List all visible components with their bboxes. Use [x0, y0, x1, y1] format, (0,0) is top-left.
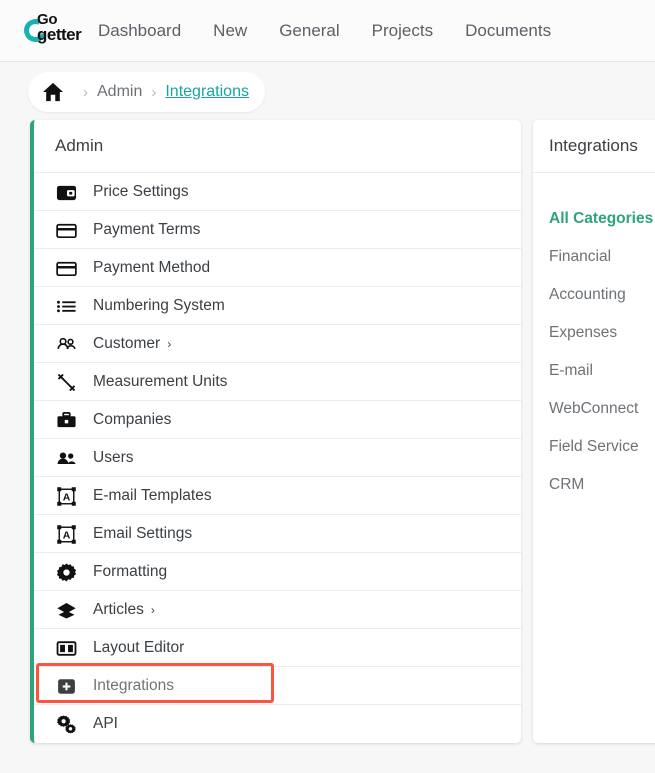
sidebar-item-integrations[interactable]: Integrations — [34, 667, 521, 705]
top-navigation-bar: Go getter Dashboard New General Projects… — [0, 0, 655, 62]
text-frame-icon: A — [55, 523, 77, 545]
sidebar-item-label: Users — [93, 449, 134, 466]
nav-item-general[interactable]: General — [279, 21, 339, 41]
sidebar-item-users[interactable]: Users — [34, 439, 521, 477]
credit-card-icon — [55, 257, 77, 279]
category-item-email[interactable]: E-mail — [533, 352, 655, 390]
layers-icon — [55, 599, 77, 621]
breadcrumb-separator-2: › — [151, 83, 157, 101]
logo-text-line2: getter — [37, 24, 82, 44]
breadcrumb-separator-1: › — [83, 83, 88, 101]
briefcase-icon — [55, 409, 77, 431]
sidebar-item-label: Payment Terms — [93, 221, 201, 238]
sidebar-item-label: Integrations — [93, 677, 174, 694]
sidebar-item-layout-editor[interactable]: Layout Editor — [34, 629, 521, 667]
sidebar-item-label: API — [93, 715, 118, 732]
nav-item-dashboard[interactable]: Dashboard — [98, 21, 181, 41]
list-icon — [55, 295, 77, 317]
sidebar-item-label: Measurement Units — [93, 373, 228, 390]
sidebar-item-label: Payment Method — [93, 259, 211, 276]
breadcrumb-item-integrations[interactable]: Integrations — [165, 83, 249, 101]
sidebar-item-measurement-units[interactable]: Measurement Units — [34, 363, 521, 401]
category-item-accounting[interactable]: Accounting — [533, 276, 655, 314]
breadcrumb-item-admin[interactable]: Admin — [97, 83, 142, 101]
category-item-field-service[interactable]: Field Service — [533, 428, 655, 466]
svg-text:A: A — [62, 529, 70, 541]
chevron-right-icon: › — [150, 603, 155, 617]
integrations-panel-title: Integrations — [533, 120, 655, 173]
sidebar-item-label: Companies — [93, 411, 172, 428]
home-icon[interactable] — [42, 82, 64, 102]
nav-item-documents[interactable]: Documents — [465, 21, 551, 41]
sidebar-item-numbering-system[interactable]: Numbering System — [34, 287, 521, 325]
svg-text:A: A — [62, 491, 70, 503]
category-item-webconnect[interactable]: WebConnect — [533, 390, 655, 428]
category-item-expenses[interactable]: Expenses — [533, 314, 655, 352]
sidebar-item-label: Formatting — [93, 563, 168, 580]
sidebar-item-payment-terms[interactable]: Payment Terms — [34, 211, 521, 249]
category-item-all-categories[interactable]: All Categories — [533, 200, 655, 238]
credit-card-icon — [55, 219, 77, 241]
sidebar-item-label: Customer — [93, 335, 161, 352]
sidebar-item-label: Numbering System — [93, 297, 225, 314]
admin-menu-title: Admin — [34, 120, 521, 173]
gear-icon — [55, 561, 77, 583]
sidebar-item-formatting[interactable]: Formatting — [34, 553, 521, 591]
admin-menu-card: Admin Price Settings Payment Terms Payme… — [30, 120, 521, 743]
text-frame-icon: A — [55, 485, 77, 507]
users-outline-icon — [55, 333, 77, 355]
double-gear-icon — [55, 713, 77, 735]
wallet-icon — [55, 181, 77, 203]
sidebar-item-api[interactable]: API — [34, 705, 521, 743]
sidebar-item-customer[interactable]: Customer › — [34, 325, 521, 363]
nav-item-projects[interactable]: Projects — [372, 21, 433, 41]
sidebar-item-label: Articles — [93, 601, 144, 618]
integrations-panel: Integrations All Categories Financial Ac… — [533, 120, 655, 743]
users-filled-icon — [55, 447, 77, 469]
plus-square-icon — [55, 675, 77, 697]
sidebar-item-email-templates[interactable]: A E-mail Templates — [34, 477, 521, 515]
measure-arrow-icon — [55, 371, 77, 393]
category-list: All Categories Financial Accounting Expe… — [533, 173, 655, 504]
category-item-crm[interactable]: CRM — [533, 466, 655, 504]
sidebar-item-label: E-mail Templates — [93, 487, 212, 504]
sidebar-item-companies[interactable]: Companies — [34, 401, 521, 439]
sidebar-item-email-settings[interactable]: A Email Settings — [34, 515, 521, 553]
category-item-financial[interactable]: Financial — [533, 238, 655, 276]
sidebar-item-price-settings[interactable]: Price Settings — [34, 173, 521, 211]
sidebar-item-articles[interactable]: Articles › — [34, 591, 521, 629]
sidebar-item-label: Email Settings — [93, 525, 193, 542]
layout-columns-icon — [55, 637, 77, 659]
chevron-right-icon: › — [167, 337, 172, 351]
sidebar-item-label: Price Settings — [93, 183, 189, 200]
app-logo[interactable]: Go getter — [20, 11, 82, 50]
sidebar-item-label: Layout Editor — [93, 639, 185, 656]
sidebar-item-payment-method[interactable]: Payment Method — [34, 249, 521, 287]
gogetter-logo-icon: Go getter — [20, 11, 82, 50]
breadcrumb: › Admin › Integrations — [28, 72, 265, 112]
nav-item-new[interactable]: New — [213, 21, 247, 41]
